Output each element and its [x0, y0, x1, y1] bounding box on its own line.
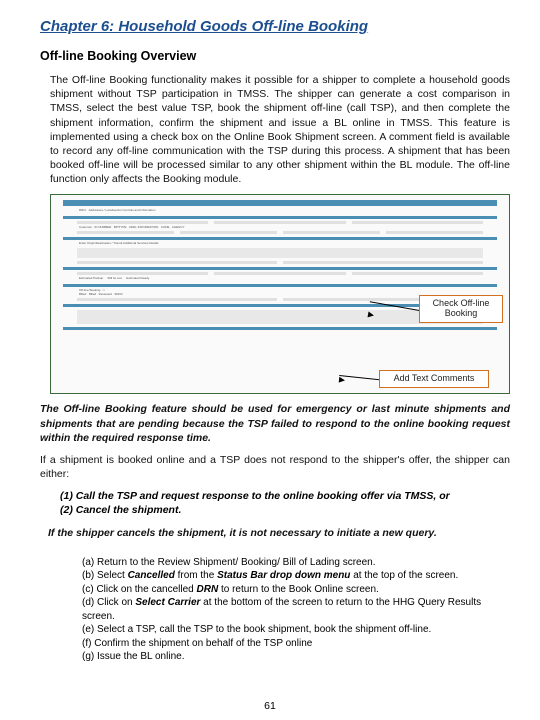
cancel-note: If the shipper cancels the shipment, it …	[48, 526, 510, 540]
step-g: (g) Issue the BL online.	[82, 650, 510, 664]
usage-note: The Off-line Booking feature should be u…	[40, 402, 510, 445]
book-shipment-screenshot: DRN: Addresses / Localvendor Controls an…	[50, 194, 510, 394]
callout-offline-booking: Check Off-line Booking	[419, 295, 503, 323]
options-list: (1) Call the TSP and request response to…	[60, 489, 510, 517]
section-title: Off-line Booking Overview	[40, 49, 510, 63]
option-1: (1) Call the TSP and request response to…	[60, 489, 510, 503]
response-intro: If a shipment is booked online and a TSP…	[40, 453, 510, 481]
chapter-title: Chapter 6: Household Goods Off-line Book…	[40, 18, 510, 35]
step-e: (e) Select a TSP, call the TSP to the bo…	[82, 623, 510, 637]
step-b: (b) Select Cancelled from the Status Bar…	[82, 569, 510, 583]
step-d: (d) Click on Select Carrier at the botto…	[82, 596, 510, 623]
callout-add-comments: Add Text Comments	[379, 370, 489, 388]
step-c: (c) Click on the cancelled DRN to return…	[82, 583, 510, 597]
cancel-steps: (a) Return to the Review Shipment/ Booki…	[82, 556, 510, 664]
page-number: 61	[0, 700, 540, 712]
option-2: (2) Cancel the shipment.	[60, 503, 510, 517]
step-a: (a) Return to the Review Shipment/ Booki…	[82, 556, 510, 570]
overview-paragraph: The Off-line Booking functionality makes…	[50, 73, 510, 186]
step-f: (f) Confirm the shipment on behalf of th…	[82, 637, 510, 651]
